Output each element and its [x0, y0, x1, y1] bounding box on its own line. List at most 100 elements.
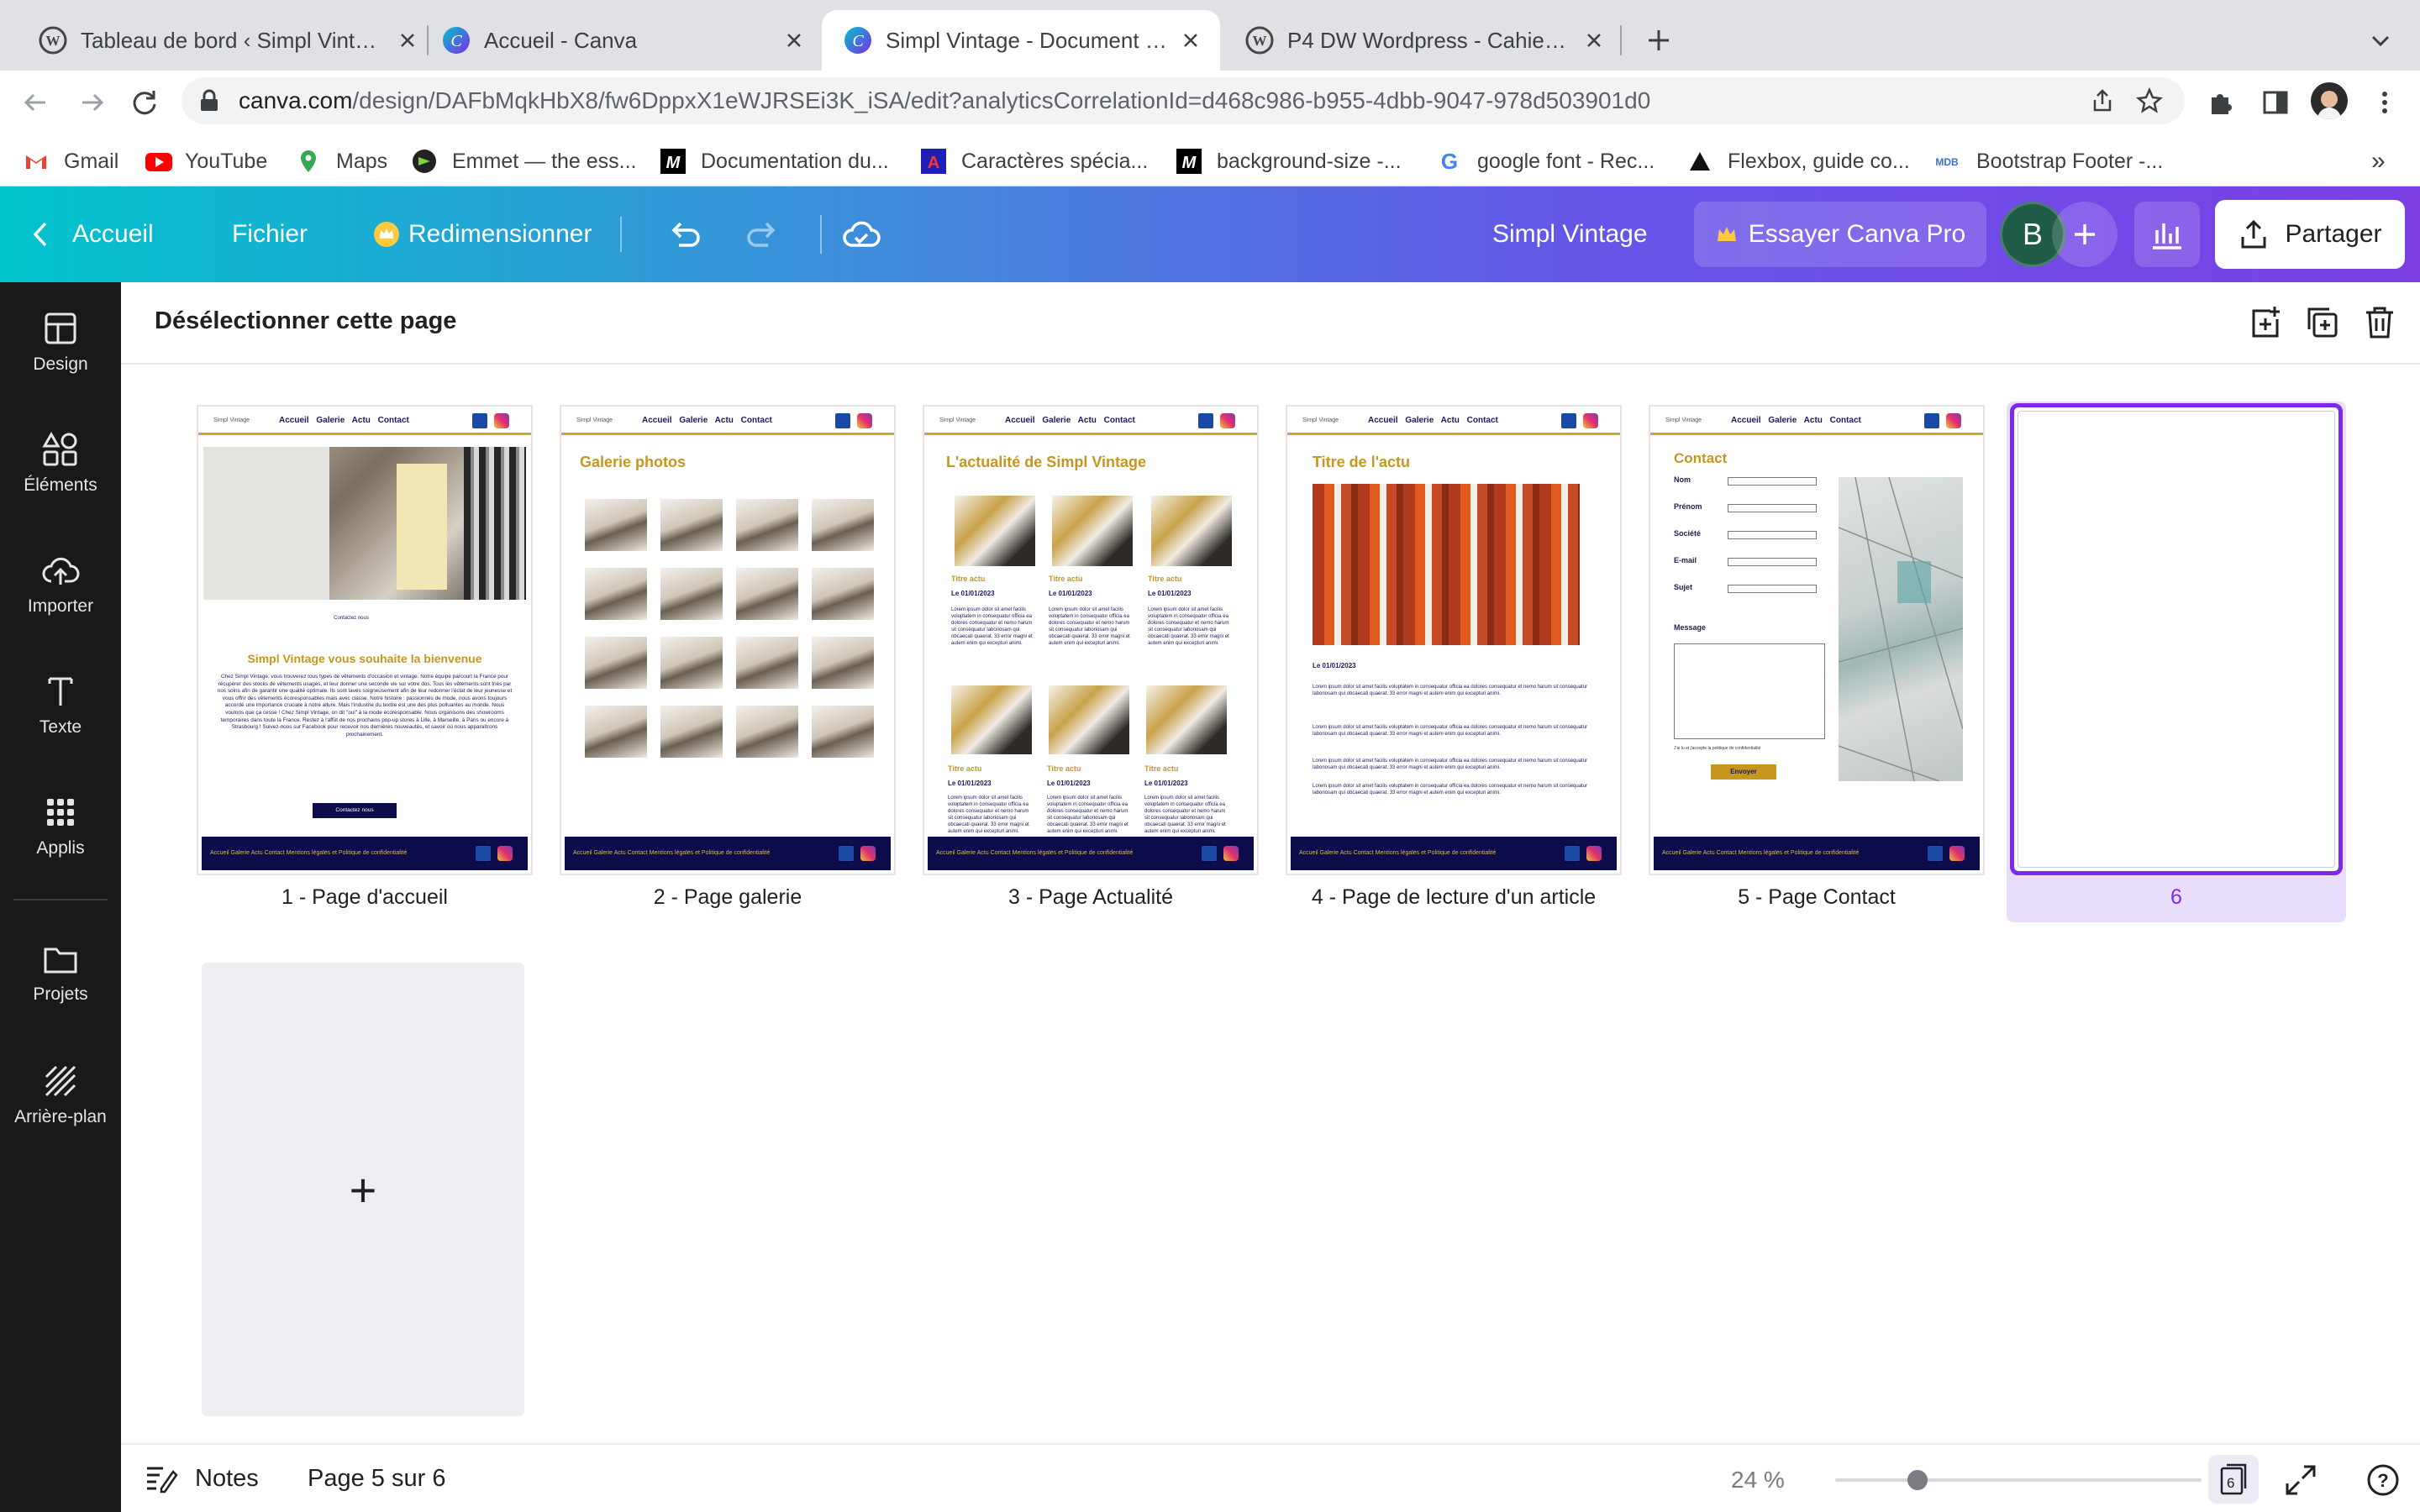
bookmark-google-font[interactable]: Ggoogle font - Rec... — [1437, 136, 1655, 186]
back-home-button[interactable]: Accueil — [30, 186, 154, 282]
wordpress-icon: W — [39, 26, 67, 55]
mini-footer: Accueil Galerie Actu Contact Mentions lé… — [928, 837, 1254, 870]
rail-item-text[interactable]: Texte — [0, 674, 121, 738]
bookmark-emmet[interactable]: Emmet — the ess... — [412, 136, 637, 186]
mini-footer: Accueil Galerie Actu Contact Mentions lé… — [202, 837, 528, 870]
zoom-slider-track[interactable] — [1835, 1478, 2202, 1482]
mini-nav: Simpl Vintage Accueil Galerie Actu Contac… — [561, 407, 894, 435]
bookmarks-bar: Gmail YouTube Maps Emmet — the ess... MD… — [0, 136, 2420, 186]
extensions-puzzle-icon[interactable] — [2205, 86, 2238, 119]
mini-footer: Accueil Galerie Actu Contact Mentions lé… — [1654, 837, 1980, 870]
rail-item-projects[interactable]: Projets — [0, 942, 121, 1005]
hero-photo: Contactez nous — [203, 447, 526, 625]
redo-icon[interactable] — [743, 215, 781, 254]
rail-item-elements[interactable]: Éléments — [0, 432, 121, 496]
deselect-page-button[interactable]: Désélectionner cette page — [155, 307, 456, 335]
cloud-saved-icon[interactable] — [840, 213, 882, 255]
zoom-slider-thumb[interactable] — [1907, 1470, 1928, 1490]
share-upload-icon — [2238, 218, 2270, 250]
emmet-icon — [412, 149, 437, 174]
close-tab-icon[interactable] — [1178, 28, 1203, 53]
svg-text:W: W — [46, 33, 60, 49]
page-count-button[interactable]: 6 — [2208, 1455, 2259, 1504]
article-title: Titre de l'actu — [1313, 454, 1410, 470]
close-tab-icon[interactable] — [781, 28, 807, 53]
page-thumbnail-3[interactable]: Simpl Vintage Accueil Galerie Actu Contac… — [924, 407, 1257, 874]
bookmark-star-icon[interactable] — [2136, 87, 2163, 114]
notes-button[interactable]: Notes — [195, 1465, 259, 1493]
bookmark-youtube[interactable]: YouTube — [145, 136, 267, 186]
page-thumbnail-1[interactable]: Simpl Vintage Accueil Galerie Actu Contac… — [198, 407, 531, 874]
page-thumbnail-4[interactable]: Simpl Vintage Accueil Galerie Actu Contac… — [1287, 407, 1620, 874]
browser-tab[interactable]: W P4 DW Wordpress - Cahier des charges — [1223, 10, 1623, 71]
document-name[interactable]: Simpl Vintage — [1492, 186, 1648, 282]
bookmark-bootstrap-footer[interactable]: MDB Bootstrap Footer -... — [1933, 136, 2163, 186]
svg-text:MDB: MDB — [1935, 156, 1959, 168]
close-tab-icon[interactable] — [1581, 28, 1607, 53]
browser-menu-icon[interactable] — [2368, 86, 2402, 119]
profile-avatar[interactable] — [2311, 82, 2348, 119]
m-icon: M — [1176, 149, 1202, 174]
forward-arrow-icon[interactable] — [76, 86, 109, 119]
browser-tab[interactable]: C Accueil - Canva — [420, 10, 823, 71]
fullscreen-icon[interactable] — [2284, 1463, 2317, 1497]
page-thumbnail-5[interactable]: Simpl Vintage Accueil Galerie Actu Contac… — [1650, 407, 1983, 874]
insights-chart-icon[interactable] — [2134, 202, 2200, 267]
page-indicator[interactable]: Page 5 sur 6 — [308, 1465, 445, 1493]
bookmark-gmail[interactable]: Gmail — [24, 136, 118, 186]
m-icon: M — [660, 149, 686, 174]
page-thumbnail-2[interactable]: Simpl Vintage Accueil Galerie Actu Contac… — [561, 407, 894, 874]
browser-tab[interactable]: W Tableau de bord ‹ Simpl Vintage — Word… — [17, 10, 437, 71]
gallery-grid — [585, 499, 876, 768]
bookmark-caracteres-speciaux[interactable]: A Caractères spécia... — [921, 136, 1148, 186]
map-image — [1839, 477, 1963, 781]
rail-item-upload[interactable]: Importer — [0, 553, 121, 617]
address-bar[interactable]: canva.com/design/DAFbMqkHbX8/fw6DppxX1eW… — [182, 77, 2185, 124]
tab-title: Accueil - Canva — [484, 27, 638, 53]
bookmark-flexbox-guide[interactable]: Flexbox, guide co... — [1687, 136, 1910, 186]
canva-icon: C — [442, 26, 471, 55]
file-menu-button[interactable]: Fichier — [232, 186, 308, 282]
delete-page-icon[interactable] — [2361, 304, 2398, 341]
bookmark-maps[interactable]: Maps — [296, 136, 387, 186]
page-label-3: 3 - Page Actualité — [1008, 885, 1173, 909]
mdb-icon: MDB — [1933, 149, 1961, 174]
canva-header: Accueil Fichier Redimensionner Simpl Vin… — [0, 186, 2420, 282]
notes-icon[interactable] — [145, 1463, 178, 1494]
new-tab-icon[interactable] — [1640, 22, 1677, 59]
bookmark-mdn-documentation[interactable]: M Documentation du... — [660, 136, 889, 186]
tab-search-chevron-icon[interactable] — [2366, 27, 2395, 55]
mini-nav: Simpl Vintage Accueil Galerie Actu Contac… — [1650, 407, 1983, 435]
zoom-percent[interactable]: 24 % — [1731, 1467, 1785, 1494]
share-button[interactable]: Partager — [2215, 200, 2405, 269]
add-page-icon[interactable] — [2247, 304, 2284, 341]
add-collaborator-button[interactable] — [2052, 202, 2118, 267]
help-icon[interactable]: ? — [2366, 1463, 2400, 1497]
share-page-icon[interactable] — [2089, 87, 2116, 114]
duplicate-page-icon[interactable] — [2304, 304, 2341, 341]
browser-tab-active[interactable]: C Simpl Vintage - Document (A4) — [822, 10, 1220, 71]
close-tab-icon[interactable] — [395, 28, 420, 53]
rail-item-background[interactable]: Arrière-plan — [0, 1063, 121, 1127]
side-panel-icon[interactable] — [2259, 86, 2292, 119]
welcome-title: Simpl Vintage vous souhaite la bienvenue — [247, 652, 482, 665]
rail-item-design[interactable]: Design — [0, 311, 121, 375]
rail-item-apps[interactable]: Applis — [0, 795, 121, 858]
resize-button[interactable]: Redimensionner — [373, 186, 592, 282]
page-thumbnail-6[interactable] — [2010, 403, 2343, 875]
url-path: /design/DAFbMqkHbX8/fw6DppxX1eWJRSEi3K_i… — [352, 87, 1651, 113]
svg-text:A: A — [928, 154, 939, 172]
triangle-icon — [1687, 149, 1712, 174]
article-photo — [1313, 484, 1580, 645]
gmail-icon — [24, 149, 49, 174]
editor-footer: Notes Page 5 sur 6 24 % 6 ? — [121, 1443, 2420, 1512]
bookmark-background-size[interactable]: Mbackground-size -... — [1176, 136, 1402, 186]
try-canva-pro-button[interactable]: Essayer Canva Pro — [1694, 202, 1986, 267]
add-page-tile[interactable]: + — [202, 963, 524, 1416]
reload-icon[interactable] — [128, 86, 161, 119]
bookmarks-overflow-button[interactable]: » — [2371, 136, 2386, 186]
back-arrow-icon[interactable] — [18, 86, 52, 119]
svg-text:M: M — [666, 154, 681, 172]
mini-contact-button: Contactez nous — [313, 803, 397, 818]
undo-icon[interactable] — [666, 215, 704, 254]
